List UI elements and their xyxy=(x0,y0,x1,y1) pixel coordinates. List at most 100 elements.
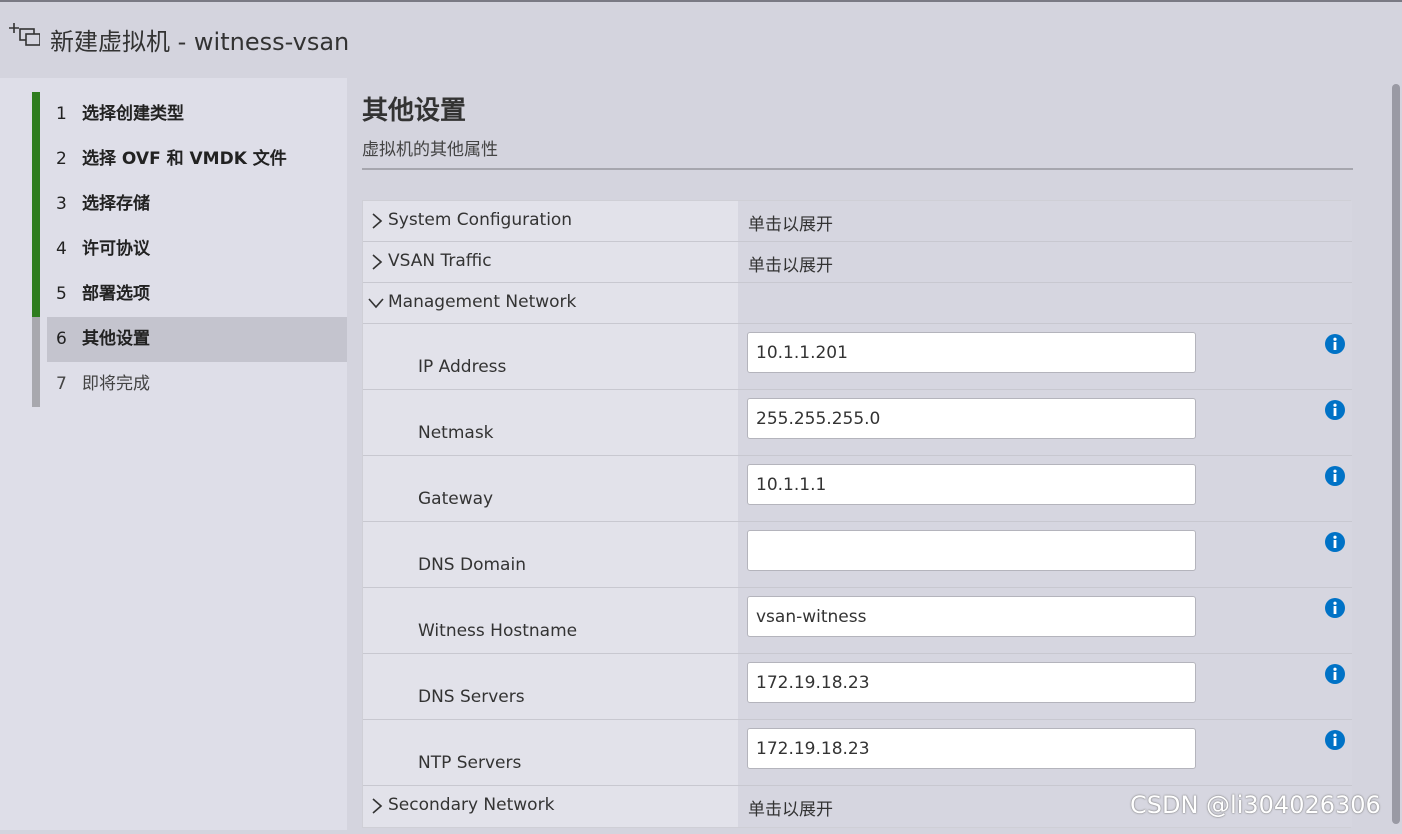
step-label: 选择创建类型 xyxy=(82,104,184,124)
netmask-input[interactable] xyxy=(747,398,1196,439)
group-label: Secondary Network xyxy=(388,795,555,815)
group-value-cell: 单击以展开 xyxy=(738,242,1352,282)
step-progress-bar xyxy=(32,182,40,227)
field-row-witness-hostname: Witness Hostname xyxy=(363,588,1352,654)
step-number: 1 xyxy=(56,104,67,124)
group-label-cell: Management Network xyxy=(363,283,738,323)
info-icon[interactable] xyxy=(1324,597,1346,619)
step-progress-bar xyxy=(32,317,40,362)
wizard-step-4[interactable]: 4 许可协议 xyxy=(32,227,347,272)
field-label-cell: NTP Servers xyxy=(363,720,738,785)
step-label: 部署选项 xyxy=(82,284,150,304)
group-label: System Configuration xyxy=(388,210,573,230)
field-value-cell xyxy=(738,456,1352,521)
group-label-cell: VSAN Traffic xyxy=(363,242,738,282)
field-label-cell: Gateway xyxy=(363,456,738,521)
group-label-cell: System Configuration xyxy=(363,201,738,241)
ip-address-input[interactable] xyxy=(747,332,1196,373)
witness-hostname-input[interactable] xyxy=(747,596,1196,637)
chevron-right-icon[interactable] xyxy=(371,254,383,270)
page-title: 其他设置 xyxy=(362,96,467,126)
info-icon[interactable] xyxy=(1324,399,1346,421)
wizard-step-2[interactable]: 2 选择 OVF 和 VMDK 文件 xyxy=(32,137,347,182)
expand-hint[interactable]: 单击以展开 xyxy=(748,795,833,820)
field-label: Gateway xyxy=(418,489,494,509)
wizard-step-7[interactable]: 7 即将完成 xyxy=(32,362,347,407)
info-icon[interactable] xyxy=(1324,663,1346,685)
new-vm-wizard-window: 新建虚拟机 - witness-vsan 1 选择创建类型 2 选择 OVF 和 V… xyxy=(0,0,1402,834)
step-label: 其他设置 xyxy=(82,329,150,349)
field-row-dns-servers: DNS Servers xyxy=(363,654,1352,720)
field-label: DNS Servers xyxy=(418,687,525,707)
field-value-cell xyxy=(738,324,1352,389)
scrollbar-thumb[interactable] xyxy=(1392,84,1400,824)
step-number: 2 xyxy=(56,149,67,169)
title-bar: 新建虚拟机 - witness-vsan xyxy=(0,2,1402,78)
main-content: 其他设置 虚拟机的其他属性 System Configuration 单击以展开… xyxy=(347,78,1390,830)
wizard-step-3[interactable]: 3 选择存储 xyxy=(32,182,347,227)
watermark-text: CSDN @li304026306 xyxy=(1130,791,1381,819)
field-label: Witness Hostname xyxy=(418,621,578,641)
info-icon[interactable] xyxy=(1324,465,1346,487)
field-label-cell: IP Address xyxy=(363,324,738,389)
field-label: Netmask xyxy=(418,423,494,443)
wizard-step-1[interactable]: 1 选择创建类型 xyxy=(32,92,347,137)
expand-hint[interactable]: 单击以展开 xyxy=(748,210,833,235)
wizard-step-5[interactable]: 5 部署选项 xyxy=(32,272,347,317)
step-progress-bar xyxy=(32,92,40,137)
group-row-vsan-traffic[interactable]: VSAN Traffic 单击以展开 xyxy=(363,242,1352,283)
field-value-cell xyxy=(738,654,1352,719)
group-label: VSAN Traffic xyxy=(388,251,492,271)
new-vm-icon xyxy=(9,23,40,46)
field-label: NTP Servers xyxy=(418,753,522,773)
chevron-down-icon[interactable] xyxy=(368,297,384,309)
vertical-scrollbar[interactable] xyxy=(1390,78,1402,830)
properties-grid: System Configuration 单击以展开 VSAN Traffic … xyxy=(362,200,1352,828)
step-progress-bar xyxy=(32,362,40,407)
group-value-cell: 单击以展开 xyxy=(738,201,1352,241)
field-label-cell: Witness Hostname xyxy=(363,588,738,653)
step-progress-bar xyxy=(32,137,40,182)
chevron-right-icon[interactable] xyxy=(371,213,383,229)
wizard-steps-nav: 1 选择创建类型 2 选择 OVF 和 VMDK 文件 3 选择存储 4 许可协议 5部… xyxy=(0,78,347,830)
dns-servers-input[interactable] xyxy=(747,662,1196,703)
group-label: Management Network xyxy=(388,292,577,312)
group-value-cell xyxy=(738,283,1352,323)
wizard-step-6[interactable]: 6 其他设置 xyxy=(32,317,347,362)
step-number: 7 xyxy=(56,374,67,394)
field-label: IP Address xyxy=(418,357,507,377)
window-title: 新建虚拟机 - witness-vsan xyxy=(50,28,350,56)
field-value-cell xyxy=(738,720,1352,785)
field-value-cell xyxy=(738,390,1352,455)
group-label-cell: Secondary Network xyxy=(363,786,738,827)
group-row-management-network[interactable]: Management Network xyxy=(363,283,1352,324)
field-row-gateway: Gateway xyxy=(363,456,1352,522)
field-row-netmask: Netmask xyxy=(363,390,1352,456)
field-label-cell: DNS Servers xyxy=(363,654,738,719)
step-label: 选择存储 xyxy=(82,194,150,214)
step-number: 3 xyxy=(56,194,67,214)
info-icon[interactable] xyxy=(1324,531,1346,553)
dns-domain-input[interactable] xyxy=(747,530,1196,571)
step-progress-bar xyxy=(32,272,40,317)
step-number: 6 xyxy=(56,329,67,349)
ntp-servers-input[interactable] xyxy=(747,728,1196,769)
step-progress-bar xyxy=(32,227,40,272)
step-number: 5 xyxy=(56,284,67,304)
gateway-input[interactable] xyxy=(747,464,1196,505)
chevron-right-icon[interactable] xyxy=(371,798,383,814)
expand-hint[interactable]: 单击以展开 xyxy=(748,251,833,276)
info-icon[interactable] xyxy=(1324,333,1346,355)
group-row-system-configuration[interactable]: System Configuration 单击以展开 xyxy=(363,201,1352,242)
field-value-cell xyxy=(738,522,1352,587)
field-label-cell: DNS Domain xyxy=(363,522,738,587)
step-label: 许可协议 xyxy=(82,239,150,259)
info-icon[interactable] xyxy=(1324,729,1346,751)
header-divider xyxy=(362,168,1353,170)
step-label: 即将完成 xyxy=(82,374,150,394)
field-label: DNS Domain xyxy=(418,555,526,575)
page-subtitle: 虚拟机的其他属性 xyxy=(362,140,498,160)
field-row-ip-address: IP Address xyxy=(363,324,1352,390)
step-label: 选择 OVF 和 VMDK 文件 xyxy=(82,149,287,169)
field-row-ntp-servers: NTP Servers xyxy=(363,720,1352,786)
